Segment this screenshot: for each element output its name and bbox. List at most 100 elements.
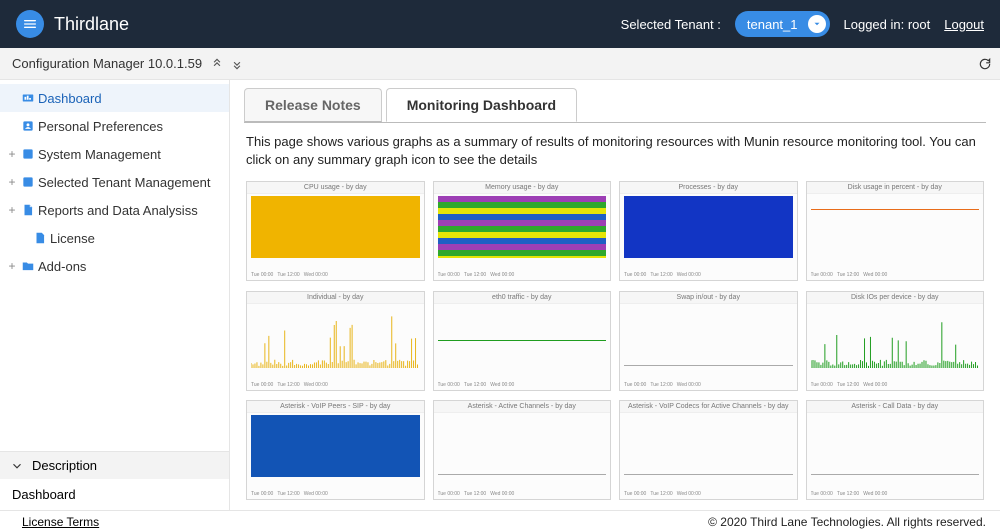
chart-preview: [251, 306, 420, 368]
sidebar-item-label: Add-ons: [38, 259, 86, 274]
chart-preview: [251, 415, 420, 477]
chart-preview: [438, 196, 607, 258]
main-content: Release NotesMonitoring Dashboard This p…: [230, 80, 1000, 510]
folder-icon: [18, 259, 38, 273]
chart-thumbnail-8[interactable]: Disk IOs per device - by dayTue 00:00Tue…: [806, 291, 985, 391]
sidebar-item-reports-and-data-analysiss[interactable]: + Reports and Data Analysiss: [0, 196, 229, 224]
tab-monitoring-dashboard[interactable]: Monitoring Dashboard: [386, 88, 577, 122]
logged-in-label: Logged in: root: [844, 17, 931, 32]
tenant-value: tenant_1: [747, 17, 798, 32]
chart-legend: Tue 00:00Tue 12:00Wed 00:00: [624, 491, 793, 497]
chart-preview: [438, 306, 607, 368]
subheader: Configuration Manager 10.0.1.59: [0, 48, 1000, 80]
chart-preview: [624, 415, 793, 477]
chart-thumbnail-7[interactable]: Swap in/out - by day Tue 00:00Tue 12:00We…: [619, 291, 798, 391]
copyright-text: © 2020 Third Lane Technologies. All righ…: [708, 515, 986, 529]
expand-icon[interactable]: +: [6, 175, 18, 189]
chart-legend: Tue 00:00Tue 12:00Wed 00:00: [624, 272, 793, 278]
chart-legend: Tue 00:00Tue 12:00Wed 00:00: [251, 491, 420, 497]
footer: License Terms © 2020 Third Lane Technolo…: [0, 510, 1000, 532]
sidebar-item-dashboard[interactable]: Dashboard: [0, 84, 229, 112]
chevron-down-icon: [10, 459, 24, 473]
chart-thumbnail-3[interactable]: Processes - by day Tue 00:00Tue 12:00Wed …: [619, 181, 798, 281]
description-toggle[interactable]: Description: [0, 451, 229, 479]
logout-link[interactable]: Logout: [944, 17, 984, 32]
chart-legend: Tue 00:00Tue 12:00Wed 00:00: [811, 272, 980, 278]
chart-title: Asterisk - Call Data - by day: [807, 401, 984, 413]
chevron-down-icon: [808, 15, 826, 33]
chart-title: CPU usage - by day: [247, 182, 424, 194]
chart-title: Memory usage - by day: [434, 182, 611, 194]
nav-tree: Dashboard Personal Preferences + System Man…: [0, 80, 229, 451]
brand-title: Thirdlane: [54, 14, 129, 35]
chart-title: eth0 traffic - by day: [434, 292, 611, 304]
chart-preview: [811, 415, 980, 477]
tab-release-notes[interactable]: Release Notes: [244, 88, 382, 122]
expand-icon[interactable]: +: [6, 203, 18, 217]
sidebar-item-label: License: [50, 231, 95, 246]
chart-thumbnail-11[interactable]: Asterisk - VoIP Codecs for Active Channe…: [619, 400, 798, 500]
sidebar-item-selected-tenant-management[interactable]: + Selected Tenant Management: [0, 168, 229, 196]
expand-icon[interactable]: +: [6, 147, 18, 161]
chart-title: Asterisk - VoIP Peers - SIP - by day: [247, 401, 424, 413]
user-icon: [18, 119, 38, 133]
chart-thumbnail-12[interactable]: Asterisk - Call Data - by day Tue 00:00Tu…: [806, 400, 985, 500]
description-toggle-label: Description: [32, 458, 97, 473]
chart-title: Asterisk - VoIP Codecs for Active Channe…: [620, 401, 797, 413]
chart-grid: CPU usage - by day Tue 00:00Tue 12:00Wed …: [244, 177, 986, 510]
book-icon: [18, 175, 38, 189]
chart-title: Processes - by day: [620, 182, 797, 194]
description-body: Dashboard: [0, 479, 229, 510]
chart-preview: [438, 415, 607, 477]
chart-preview: [624, 196, 793, 258]
license-terms-link[interactable]: License Terms: [22, 515, 99, 529]
sidebar-item-label: Reports and Data Analysiss: [38, 203, 198, 218]
sidebar-item-label: Selected Tenant Management: [38, 175, 211, 190]
chart-thumbnail-9[interactable]: Asterisk - VoIP Peers - SIP - by day Tue …: [246, 400, 425, 500]
expand-all-icon[interactable]: [230, 57, 244, 71]
chart-preview: [811, 196, 980, 258]
sidebar-item-personal-preferences[interactable]: Personal Preferences: [0, 112, 229, 140]
tabs: Release NotesMonitoring Dashboard: [244, 88, 986, 123]
chart-preview: [251, 196, 420, 258]
expand-icon[interactable]: +: [6, 259, 18, 273]
chart-thumbnail-5[interactable]: Individual - by day Tue 00:00Tue 12:00Wed…: [246, 291, 425, 391]
chart-thumbnail-6[interactable]: eth0 traffic - by dayTue 00:00Tue 12:00W…: [433, 291, 612, 391]
sidebar-item-label: Dashboard: [38, 91, 102, 106]
chart-preview: [811, 306, 980, 368]
chart-thumbnail-10[interactable]: Asterisk - Active Channels - by day Tue 0…: [433, 400, 612, 500]
config-manager-title: Configuration Manager 10.0.1.59: [12, 56, 202, 71]
sidebar: Dashboard Personal Preferences + System Man…: [0, 80, 230, 510]
file-icon: [30, 231, 50, 245]
chart-preview: [624, 306, 793, 368]
chart-legend: Tue 00:00Tue 12:00Wed 00:00: [251, 382, 420, 388]
chart-thumbnail-2[interactable]: Memory usage - by day Tue 00:00Tue 12:00W…: [433, 181, 612, 281]
collapse-all-icon[interactable]: [210, 57, 224, 71]
chart-legend: Tue 00:00Tue 12:00Wed 00:00: [811, 382, 980, 388]
refresh-icon[interactable]: [978, 57, 992, 71]
logo-icon: [16, 10, 44, 38]
chart-title: Disk usage in percent - by day: [807, 182, 984, 194]
tenant-label: Selected Tenant :: [621, 17, 721, 32]
doc-icon: [18, 203, 38, 217]
sidebar-item-label: System Management: [38, 147, 161, 162]
tenant-selector[interactable]: tenant_1: [735, 11, 830, 37]
sidebar-item-add-ons[interactable]: + Add-ons: [0, 252, 229, 280]
cog-icon: [18, 147, 38, 161]
page-description: This page shows various graphs as a summ…: [246, 133, 984, 169]
app-header: Thirdlane Selected Tenant : tenant_1 Log…: [0, 0, 1000, 48]
sidebar-item-label: Personal Preferences: [38, 119, 163, 134]
gauge-icon: [18, 91, 38, 105]
chart-title: Individual - by day: [247, 292, 424, 304]
chart-legend: Tue 00:00Tue 12:00Wed 00:00: [438, 491, 607, 497]
chart-legend: Tue 00:00Tue 12:00Wed 00:00: [811, 491, 980, 497]
sidebar-item-license[interactable]: License: [0, 224, 229, 252]
chart-title: Swap in/out - by day: [620, 292, 797, 304]
chart-thumbnail-4[interactable]: Disk usage in percent - by day Tue 00:00T…: [806, 181, 985, 281]
chart-thumbnail-1[interactable]: CPU usage - by day Tue 00:00Tue 12:00Wed …: [246, 181, 425, 281]
chart-title: Asterisk - Active Channels - by day: [434, 401, 611, 413]
sidebar-item-system-management[interactable]: + System Management: [0, 140, 229, 168]
chart-legend: Tue 00:00Tue 12:00Wed 00:00: [438, 272, 607, 278]
chart-legend: Tue 00:00Tue 12:00Wed 00:00: [251, 272, 420, 278]
chart-legend: Tue 00:00Tue 12:00Wed 00:00: [624, 382, 793, 388]
